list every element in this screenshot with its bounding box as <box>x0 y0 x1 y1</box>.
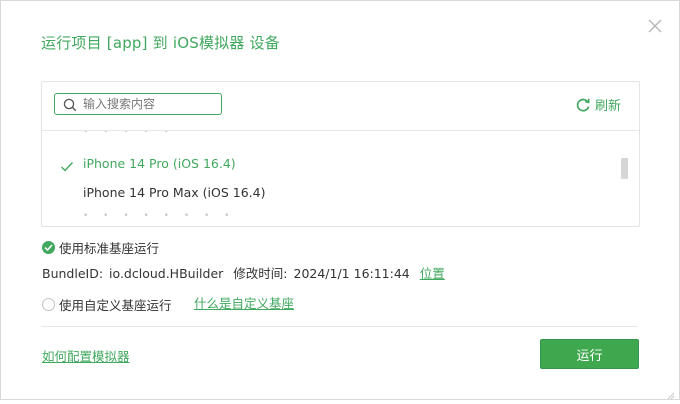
bundle-info: BundleID: io.dcloud.HBuilder 修改时间: 2024/1/… <box>42 263 451 282</box>
partial-device-item[interactable]: • • • • • • • • <box>83 211 236 221</box>
device-list: • • • • • iPhone 14 Pro (iOS 16.4) iPhon… <box>42 131 639 226</box>
search-input[interactable] <box>83 95 218 113</box>
dialog-title: 运行项目 [app] 到 iOS模拟器 设备 <box>41 34 280 52</box>
run-button[interactable]: 运行 <box>540 339 639 369</box>
refresh-button[interactable]: 刷新 <box>575 95 621 114</box>
close-icon[interactable] <box>646 17 664 35</box>
refresh-icon <box>575 97 591 113</box>
resize-grip-icon[interactable] <box>665 385 675 400</box>
refresh-label: 刷新 <box>595 99 622 114</box>
device-item-iphone-14-pro[interactable]: iPhone 14 Pro (iOS 16.4) <box>83 156 236 171</box>
configure-simulator-link[interactable]: 如何配置模拟器 <box>42 346 130 365</box>
location-link[interactable]: 位置 <box>420 266 445 281</box>
custom-base-label: 使用自定义基座运行 <box>59 298 172 313</box>
bundle-id-value: io.dcloud.HBuilder <box>109 266 224 281</box>
search-icon <box>63 97 77 112</box>
footer-divider <box>41 326 638 327</box>
run-dialog: 运行项目 [app] 到 iOS模拟器 设备 刷新 <box>0 0 680 400</box>
custom-base-help-link[interactable]: 什么是自定义基座 <box>194 293 294 312</box>
scrollbar-thumb[interactable] <box>621 158 628 179</box>
radio-checked-icon[interactable] <box>42 241 55 254</box>
modified-time-value: 2024/1/1 16:11:44 <box>293 266 410 281</box>
device-list-panel: 刷新 • • • • • iPhone 14 Pro (iOS 16.4) iP… <box>41 81 640 227</box>
check-icon <box>60 158 74 172</box>
search-box[interactable] <box>54 93 222 115</box>
standard-base-label: 使用标准基座运行 <box>59 241 160 256</box>
standard-base-option[interactable]: 使用标准基座运行 <box>42 238 159 257</box>
bundle-id-label: BundleID: <box>42 266 104 281</box>
custom-base-option[interactable]: 使用自定义基座运行 <box>42 295 172 314</box>
partial-device-item[interactable]: • • • • • <box>83 131 175 137</box>
device-item-iphone-14-pro-max[interactable]: iPhone 14 Pro Max (iOS 16.4) <box>83 185 265 200</box>
modified-time-label: 修改时间: <box>233 266 288 281</box>
radio-unchecked-icon[interactable] <box>42 298 55 311</box>
